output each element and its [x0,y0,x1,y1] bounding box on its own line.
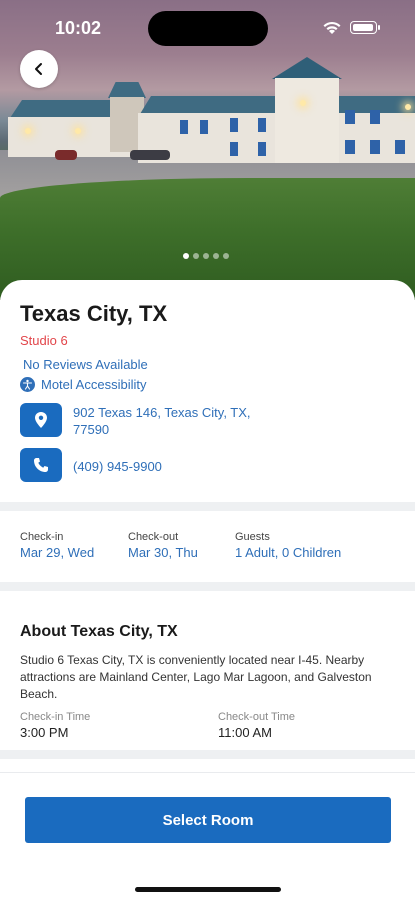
section-divider [0,582,415,591]
car [130,150,170,160]
address-link[interactable]: 902 Texas 146, Texas City, TX, 77590 [73,404,273,438]
window [370,110,380,124]
hotel-brand: Studio 6 [20,333,68,348]
lamp [405,104,411,110]
pager-dot[interactable] [183,253,189,259]
window [230,118,238,132]
back-button[interactable] [20,50,58,88]
guests-value[interactable]: 1 Adult, 0 Children [235,545,341,560]
lamp [75,128,81,134]
pager-dot[interactable] [223,253,229,259]
phone-icon [34,458,48,472]
checkin-date[interactable]: Mar 29, Wed [20,545,94,560]
guests-label: Guests [235,531,270,543]
car [55,150,77,160]
home-indicator[interactable] [135,887,281,892]
checkout-time-label: Check-out Time [218,711,296,723]
checkout-date[interactable]: Mar 30, Thu [128,545,198,560]
hotel-title: Texas City, TX [20,301,168,326]
phone-link[interactable]: (409) 945-9900 [73,459,162,474]
pager-dot[interactable] [203,253,209,259]
window [230,142,238,156]
section-divider [0,502,415,511]
accessibility-link[interactable]: Motel Accessibility [20,377,146,392]
window [258,118,266,132]
location-button[interactable] [20,403,62,437]
lamp [25,128,31,134]
dynamic-island [148,11,268,46]
checkin-time-label: Check-in Time [20,711,91,723]
battery-icon [350,21,380,34]
window [258,142,266,156]
lamp [300,100,306,106]
map-pin-icon [35,412,47,428]
chevron-left-icon [35,63,42,75]
checkout-time-value: 11:00 AM [218,725,272,740]
gallery-pager[interactable] [183,253,229,259]
section-divider [0,750,415,759]
about-title: About Texas City, TX [20,623,178,640]
checkout-label: Check-out [128,531,179,543]
status-time: 10:02 [55,18,102,38]
checkin-label: Check-in [20,531,64,543]
gable [275,78,339,163]
window [200,120,208,134]
gable-roof [272,57,342,79]
accessibility-icon [20,377,35,392]
select-room-button[interactable]: Select Room [25,797,391,843]
window [345,140,355,154]
about-description: Studio 6 Texas City, TX is conveniently … [20,653,372,701]
phone-button[interactable] [20,448,62,482]
pager-dot[interactable] [193,253,199,259]
checkin-time-value: 3:00 PM [20,725,69,740]
window [395,140,405,154]
pager-dot[interactable] [213,253,219,259]
wifi-icon [323,21,341,34]
status-bar: 10:02 [0,0,415,54]
window [370,140,380,154]
accessibility-label: Motel Accessibility [41,377,147,392]
reviews-link[interactable]: No Reviews Available [23,357,148,372]
window [180,120,188,134]
window [345,110,355,124]
tower-roof [108,82,146,98]
